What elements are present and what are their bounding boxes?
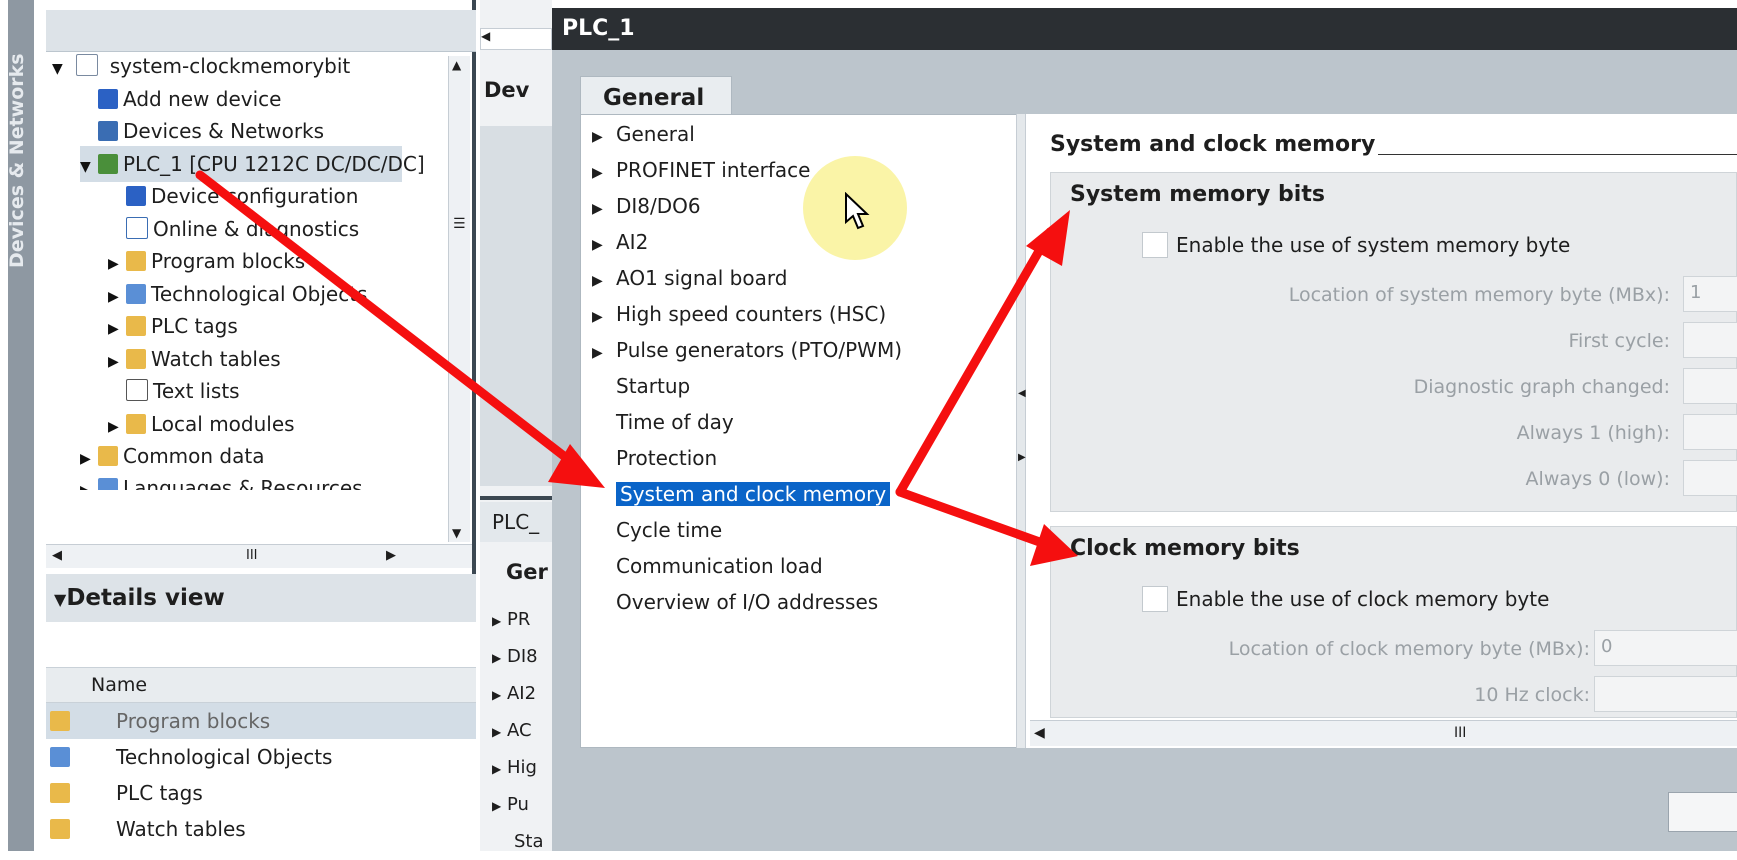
arrow-to-clock-memory <box>895 487 1053 550</box>
arrowhead-3 <box>1030 524 1078 566</box>
arrow-to-system-memory <box>895 227 1055 497</box>
arrow-tree-to-nav <box>195 170 587 475</box>
annotation-arrows <box>195 170 1078 566</box>
